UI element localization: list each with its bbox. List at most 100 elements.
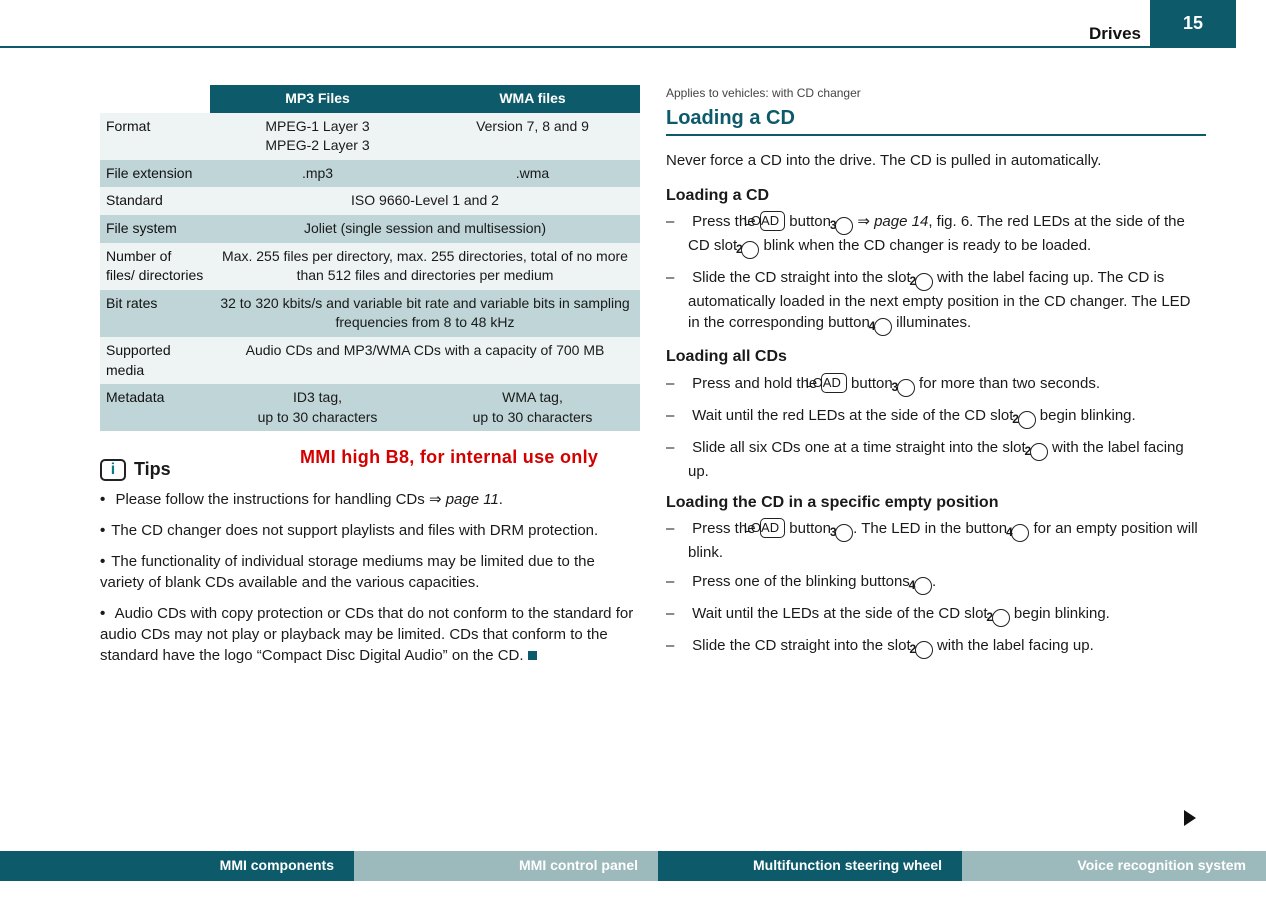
end-mark-icon (528, 651, 537, 660)
text: Wait until the red LEDs at the side of t… (692, 407, 1017, 424)
text: button (785, 213, 835, 230)
cell: Version 7, 8 and 9 (425, 113, 640, 160)
text: Slide the CD straight into the slot (692, 637, 915, 654)
callout-4-icon: 4 (1011, 524, 1029, 542)
col-wma: WMA files (425, 85, 640, 113)
list-item: Slide the CD straight into the slot 2 wi… (666, 635, 1206, 659)
tab-multifunction-steering-wheel[interactable]: Multifunction steering wheel (658, 851, 962, 881)
list-item: Please follow the instructions for handl… (100, 489, 640, 510)
tab-mmi-components[interactable]: MMI components (50, 851, 354, 881)
applies-to: Applies to vehicles: with CD changer (666, 85, 1206, 102)
row-label: File system (100, 215, 210, 243)
header-rule (0, 46, 1160, 48)
text: button (785, 520, 835, 537)
cell: ISO 9660-Level 1 and 2 (210, 187, 640, 215)
table-row: Bit rates 32 to 320 kbits/s and variable… (100, 290, 640, 337)
list-item: Press one of the blinking buttons 4. (666, 571, 1206, 595)
list-item: The functionality of individual storage … (100, 551, 640, 593)
callout-2-icon: 2 (741, 241, 759, 259)
tab-label: MMI control panel (519, 856, 638, 876)
row-label: Supported media (100, 337, 210, 384)
page-header: Drives 15 (0, 0, 1266, 50)
cell: .mp3 (210, 160, 425, 188)
page-ref: page 14 (874, 213, 928, 230)
table-row: File extension .mp3 .wma (100, 160, 640, 188)
right-column: Applies to vehicles: with CD changer Loa… (666, 85, 1206, 676)
row-label: File extension (100, 160, 210, 188)
load-button-label: LOAD (760, 518, 785, 538)
table-row: Number of files/ directories Max. 255 fi… (100, 243, 640, 290)
list-item: Wait until the LEDs at the side of the C… (666, 603, 1206, 627)
tab-label: MMI components (220, 856, 334, 876)
row-label: Standard (100, 187, 210, 215)
cell: 32 to 320 kbits/s and variable bit rate … (210, 290, 640, 337)
list-item: Audio CDs with copy protection or CDs th… (100, 603, 640, 666)
cell: Max. 255 files per directory, max. 255 d… (210, 243, 640, 290)
cell: .wma (425, 160, 640, 188)
page-body: MP3 Files WMA files Format MPEG-1 Layer … (0, 50, 1266, 676)
step-list: Press the LOAD button 3 ⇒ page 14, fig. … (666, 211, 1206, 336)
row-label: Format (100, 113, 210, 160)
callout-2-icon: 2 (915, 273, 933, 291)
text: Wait until the LEDs at the side of the C… (692, 605, 992, 622)
tips-heading: i Tips (100, 457, 640, 482)
left-column: MP3 Files WMA files Format MPEG-1 Layer … (100, 85, 640, 676)
text: . The LED in the button (853, 520, 1011, 537)
text: blink when the CD changer is ready to be… (759, 237, 1091, 254)
list-item: Slide the CD straight into the slot 2 wi… (666, 267, 1206, 336)
footer-tabs: MMI components MMI control panel Multifu… (0, 851, 1266, 881)
cell: Joliet (single session and multisession) (210, 215, 640, 243)
list-item: Wait until the red LEDs at the side of t… (666, 405, 1206, 429)
list-item: Press and hold the LOAD button 3 for mor… (666, 373, 1206, 397)
continue-triangle-icon (1184, 810, 1196, 826)
step-list: Press the LOAD button 3. The LED in the … (666, 518, 1206, 659)
callout-3-icon: 3 (835, 524, 853, 542)
list-item: Press the LOAD button 3. The LED in the … (666, 518, 1206, 563)
text: Please follow the instructions for handl… (115, 491, 429, 508)
cell: WMA tag, up to 30 characters (425, 384, 640, 431)
table-row: Format MPEG-1 Layer 3 MPEG-2 Layer 3 Ver… (100, 113, 640, 160)
text: begin blinking. (1036, 407, 1136, 424)
list-item: Slide all six CDs one at a time straight… (666, 437, 1206, 482)
tips-list: Please follow the instructions for handl… (100, 489, 640, 666)
text: button (847, 375, 897, 392)
section-heading: Loading a CD (666, 104, 1206, 136)
callout-4-icon: 4 (914, 577, 932, 595)
page-number-box: 15 (1150, 0, 1236, 48)
info-icon: i (100, 459, 126, 481)
text: Audio CDs with copy protection or CDs th… (100, 605, 633, 664)
row-label: Number of files/ directories (100, 243, 210, 290)
text: Slide all six CDs one at a time straight… (692, 439, 1030, 456)
tips-title: Tips (134, 457, 171, 482)
text: for more than two seconds. (915, 375, 1100, 392)
callout-2-icon: 2 (1018, 411, 1036, 429)
cell: ID3 tag, up to 30 characters (210, 384, 425, 431)
callout-2-icon: 2 (992, 609, 1010, 627)
arrow-icon: ⇒ (429, 491, 442, 508)
list-item: The CD changer does not support playlist… (100, 520, 640, 541)
arrow-icon: ⇒ (857, 213, 870, 230)
page-number: 15 (1183, 11, 1203, 36)
callout-3-icon: 3 (897, 379, 915, 397)
lead-text: Never force a CD into the drive. The CD … (666, 150, 1206, 171)
load-button-label: LOAD (821, 373, 846, 393)
list-item: Press the LOAD button 3 ⇒ page 14, fig. … (666, 211, 1206, 259)
row-label: Metadata (100, 384, 210, 431)
subheading: Loading the CD in a specific empty posit… (666, 492, 1206, 514)
tab-label: Multifunction steering wheel (753, 856, 942, 876)
callout-2-icon: 2 (1030, 443, 1048, 461)
text: with the label facing up. (933, 637, 1094, 654)
text: . (932, 573, 936, 590)
tab-voice-recognition[interactable]: Voice recognition system (962, 851, 1266, 881)
text: Press one of the blinking buttons (692, 573, 914, 590)
page-ref: page 11 (446, 491, 499, 508)
callout-4-icon: 4 (874, 318, 892, 336)
text: Press and hold the (692, 375, 821, 392)
text: Slide the CD straight into the slot (692, 269, 915, 286)
subheading: Loading a CD (666, 185, 1206, 207)
tab-mmi-control-panel[interactable]: MMI control panel (354, 851, 658, 881)
tab-label: Voice recognition system (1077, 856, 1246, 876)
table-corner (100, 85, 210, 113)
load-button-label: LOAD (760, 211, 785, 231)
footer-spacer (0, 851, 50, 881)
